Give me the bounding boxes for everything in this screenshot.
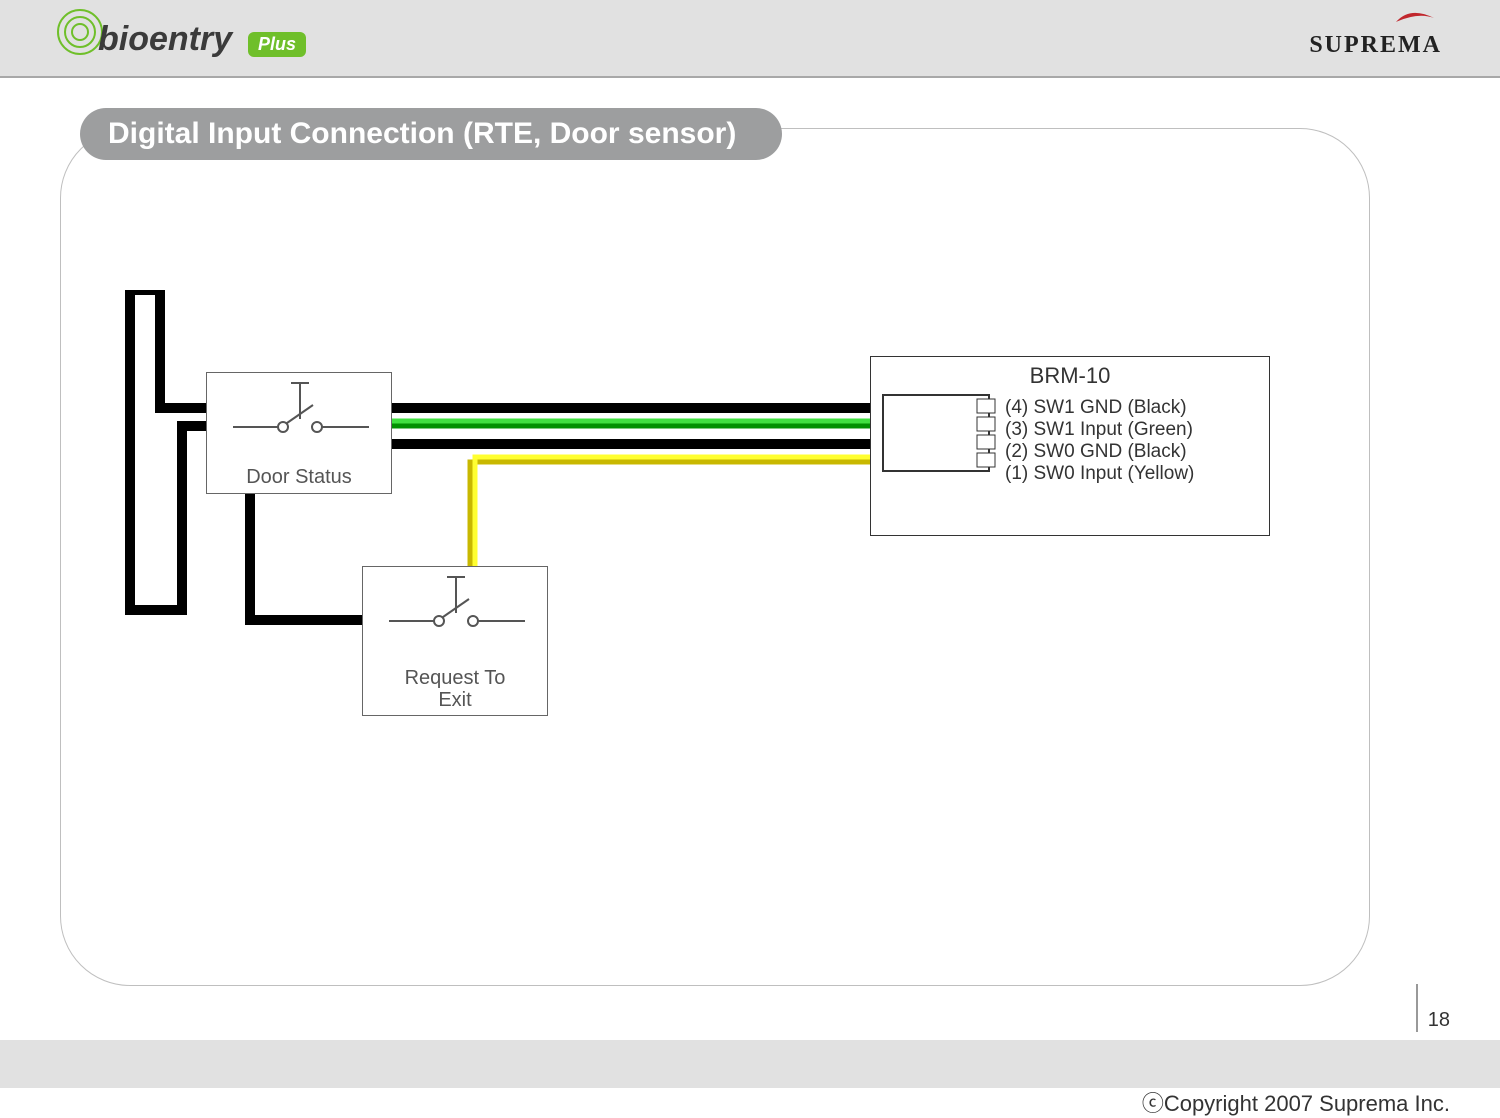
copyright-text: ⓒCopyright 2007 Suprema Inc. bbox=[1142, 1086, 1450, 1118]
logo-plus-badge: Plus bbox=[248, 32, 306, 57]
footer-bar bbox=[0, 1040, 1500, 1088]
pin-4-label: (4) SW1 GND (Black) bbox=[1005, 397, 1187, 419]
request-to-exit-switch: Request To Exit bbox=[362, 566, 548, 716]
brm-10-module: BRM-10 (4) SW1 GND (Black) (3) SW1 Input… bbox=[870, 356, 1270, 536]
rte-label: Request To Exit bbox=[363, 667, 547, 711]
pin-2-label: (2) SW0 GND (Black) bbox=[1005, 441, 1187, 463]
rte-label-line2: Exit bbox=[438, 689, 471, 711]
panel-title: Digital Input Connection (RTE, Door sens… bbox=[80, 108, 782, 160]
door-status-label: Door Status bbox=[207, 466, 391, 489]
door-status-switch: Door Status bbox=[206, 372, 392, 494]
pin-1-label: (1) SW0 Input (Yellow) bbox=[1005, 463, 1194, 485]
pin-3-label: (3) SW1 Input (Green) bbox=[1005, 419, 1193, 441]
suprema-logo: SUPREMA bbox=[1242, 10, 1442, 64]
logo-text-main: bioentry bbox=[98, 20, 232, 58]
rte-label-line1: Request To bbox=[405, 667, 506, 689]
page-number: 18 bbox=[1416, 984, 1450, 1032]
suprema-text: SUPREMA bbox=[1309, 32, 1442, 58]
wiring-diagram: Door Status Request To Exit BRM-10 (4) S… bbox=[120, 290, 1280, 850]
bioentry-plus-logo: bioentry Plus bbox=[50, 6, 330, 70]
header-bar: bioentry Plus SUPREMA bbox=[0, 0, 1500, 78]
